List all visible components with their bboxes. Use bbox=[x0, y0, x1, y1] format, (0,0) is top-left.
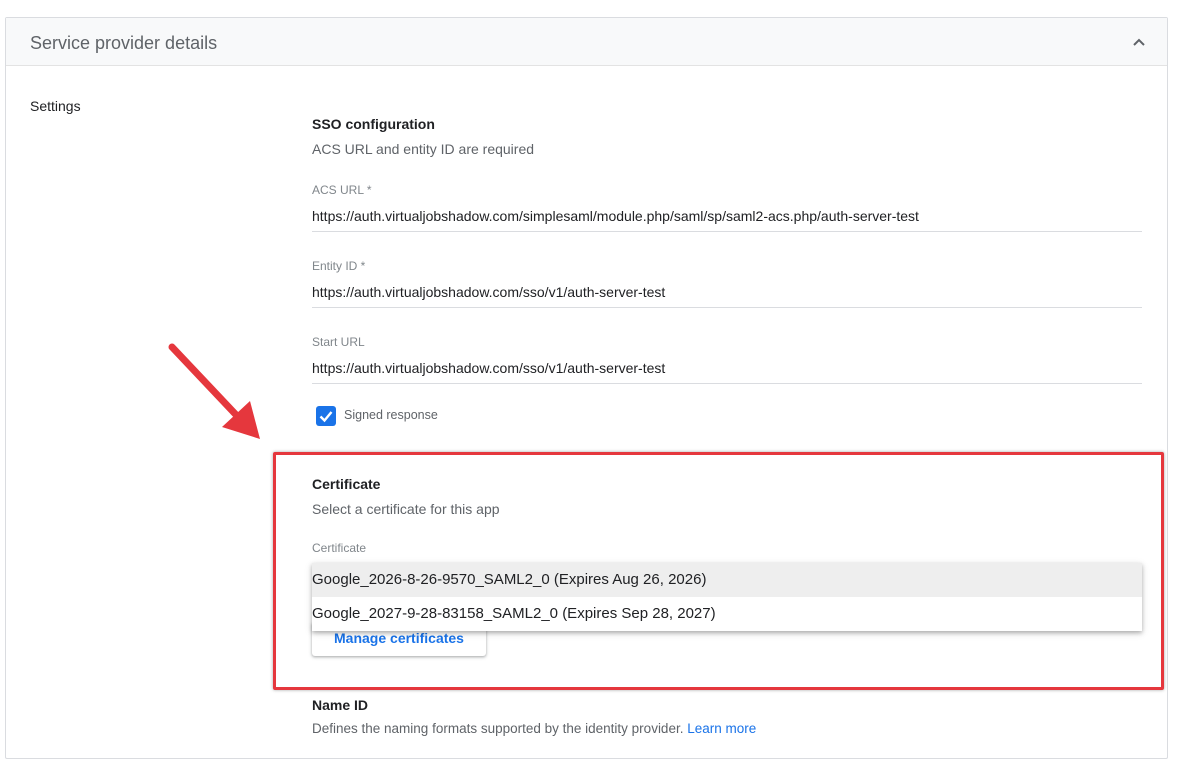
acs-url-field[interactable]: https://auth.virtualjobshadow.com/simple… bbox=[312, 208, 1142, 232]
name-id-section-title: Name ID bbox=[312, 697, 369, 713]
certificate-field-label: Certificate bbox=[312, 541, 367, 555]
certificate-option[interactable]: Google_2026-8-26-9570_SAML2_0 (Expires A… bbox=[312, 563, 1142, 597]
certificate-dropdown-menu: Google_2026-8-26-9570_SAML2_0 (Expires A… bbox=[312, 563, 1142, 631]
entity-id-label: Entity ID * bbox=[312, 259, 366, 273]
start-url-label: Start URL bbox=[312, 335, 365, 349]
sso-section-title: SSO configuration bbox=[312, 116, 435, 132]
certificate-section-description: Select a certificate for this app bbox=[312, 501, 500, 517]
service-provider-panel: Service provider details bbox=[5, 17, 1168, 759]
start-url-field[interactable]: https://auth.virtualjobshadow.com/sso/v1… bbox=[312, 360, 1142, 384]
chevron-up-icon[interactable] bbox=[1129, 32, 1149, 52]
certificate-option[interactable]: Google_2027-9-28-83158_SAML2_0 (Expires … bbox=[312, 597, 1142, 631]
sso-section-description: ACS URL and entity ID are required bbox=[312, 141, 535, 157]
signed-response-checkbox[interactable] bbox=[316, 406, 336, 426]
acs-url-label: ACS URL * bbox=[312, 183, 372, 197]
settings-label: Settings bbox=[30, 98, 81, 114]
signed-response-label: Signed response bbox=[344, 408, 438, 422]
panel-title: Service provider details bbox=[30, 33, 218, 53]
panel-header[interactable]: Service provider details bbox=[6, 18, 1167, 66]
learn-more-link[interactable]: Learn more bbox=[687, 721, 756, 736]
name-id-section-description: Defines the naming formats supported by … bbox=[312, 721, 756, 736]
checkmark-icon bbox=[319, 411, 333, 423]
entity-id-field[interactable]: https://auth.virtualjobshadow.com/sso/v1… bbox=[312, 284, 1142, 308]
certificate-section-title: Certificate bbox=[312, 476, 381, 492]
name-id-description-text: Defines the naming formats supported by … bbox=[312, 721, 684, 736]
